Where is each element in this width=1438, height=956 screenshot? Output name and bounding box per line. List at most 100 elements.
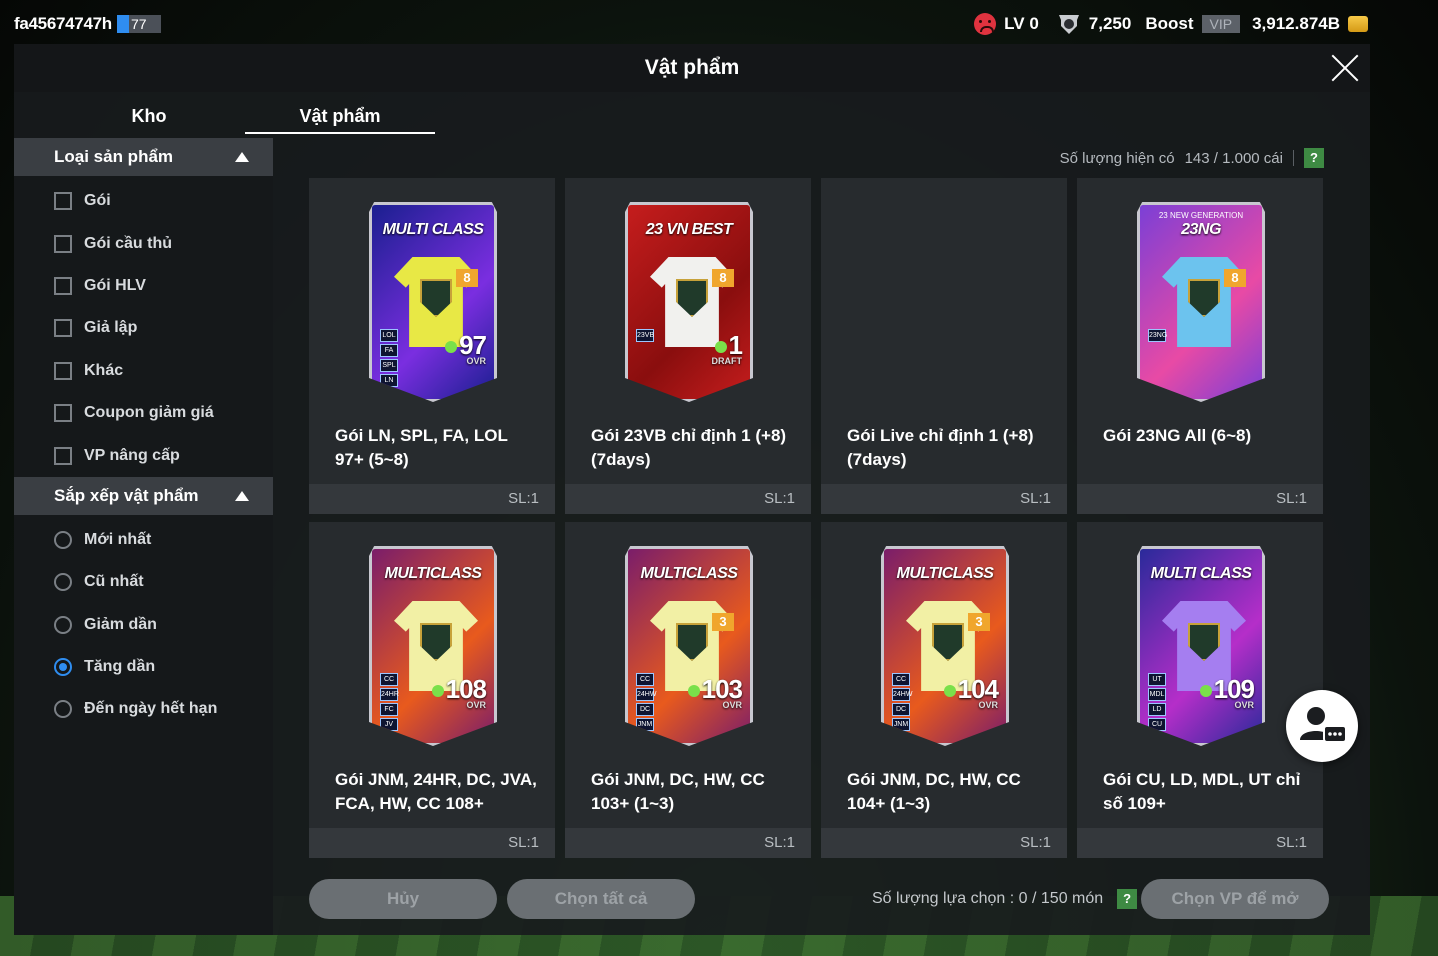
help-icon[interactable]: ? — [1304, 148, 1324, 168]
item-card[interactable]: MULTICLASS 3 CC 24HW DC JNM 104 OVR Gói JNM, DC,… — [821, 522, 1067, 858]
pack-subtitle: 23 NEW GENERATION — [1158, 211, 1244, 220]
class-tag: UT — [1148, 673, 1166, 686]
class-tag: CC — [892, 673, 910, 686]
cancel-button[interactable]: Hủy — [309, 879, 497, 919]
ovr-value: 104 OVR — [943, 674, 999, 710]
sort-option[interactable]: Đến ngày hết hạn — [14, 688, 273, 730]
class-tag: 24HW — [636, 688, 656, 701]
item-name: Gói Live chỉ định 1 (+8) (7days) — [847, 426, 1034, 469]
item-name: Gói JNM, DC, HW, CC 104+ (1~3) — [847, 770, 1021, 813]
item-quantity: SL:1 — [821, 828, 1067, 858]
vip-badge: VIP — [1201, 15, 1241, 33]
pack-number-badge: 8 — [712, 269, 734, 287]
tab-vat-pham[interactable]: Vật phẩm — [245, 96, 435, 134]
class-tag: CC — [380, 673, 398, 686]
item-card[interactable]: 23 NEW GENERATION 23NG 8 23NG Gói 23NG All (… — [1077, 178, 1323, 514]
support-chat-icon — [1300, 707, 1347, 743]
radio-icon — [54, 615, 72, 634]
sort-label: Giảm dần — [84, 615, 157, 633]
username: fa45674747h — [14, 14, 112, 33]
class-tag: CC — [636, 673, 654, 686]
pack-art — [881, 202, 1009, 402]
item-name: Gói JNM, DC, HW, CC 103+ (1~3) — [591, 770, 765, 813]
ovr-tag: OVR — [1234, 700, 1254, 710]
checkbox-icon — [54, 192, 72, 211]
shield-icon — [1058, 15, 1079, 34]
class-tag: JV — [380, 718, 398, 731]
selection-count: Số lượng lựa chọn : 0 / 150 món ? — [872, 889, 1138, 909]
pack-art: 23 NEW GENERATION 23NG 8 23NG — [1137, 202, 1265, 402]
panel-header: Vật phẩm — [14, 44, 1370, 92]
pack-label: MULTI CLASS — [1150, 565, 1252, 582]
ovr-value: 109 OVR — [1199, 674, 1255, 710]
ovr-tag: DRAFT — [711, 356, 743, 366]
filter-option[interactable]: Gói — [14, 180, 273, 222]
filter-option[interactable]: Giả lập — [14, 307, 273, 349]
sort-option[interactable]: Mới nhất — [14, 519, 273, 561]
item-card[interactable]: 23 VN BEST 8 23VB 1 DRAFT Gói 23VB chỉ định 1… — [565, 178, 811, 514]
sort-option[interactable]: Giảm dần — [14, 604, 273, 646]
item-name: Gói 23VB chỉ định 1 (+8) (7days) — [591, 426, 787, 469]
class-tag: LN — [380, 374, 398, 387]
item-quantity: SL:1 — [565, 828, 811, 858]
top-bar: fa45674747h 77 LV 0 7,250 Boost VIP 3,91… — [0, 0, 1438, 44]
item-quantity: SL:1 — [1077, 484, 1323, 514]
filter-option[interactable]: Gói HLV — [14, 265, 273, 307]
item-card[interactable]: MULTICLASS 3 CC 24HW DC JNM 103 OVR Gói JNM, DC,… — [565, 522, 811, 858]
item-quantity: SL:1 — [309, 484, 555, 514]
item-card[interactable]: MULTICLASS CC 24HR FC JV DC 24HR JNM 108 OVR Gói J… — [309, 522, 555, 858]
ovr-tag: OVR — [466, 356, 486, 366]
class-tag: 23NG — [1148, 329, 1167, 342]
open-selected-button[interactable]: Chọn VP để mở — [1141, 879, 1329, 919]
class-tag: 24HR — [380, 748, 398, 761]
sad-face-icon — [974, 13, 997, 35]
class-tag: DC — [892, 703, 910, 716]
tab-kho[interactable]: Kho — [54, 96, 244, 134]
class-tag: LOL — [380, 329, 398, 342]
pack-label: MULTI CLASS — [382, 221, 484, 238]
pack-label: 23NG — [1181, 221, 1221, 238]
class-tag: LD — [1148, 703, 1166, 716]
close-icon[interactable] — [1330, 54, 1360, 84]
filter-option[interactable]: VP nâng cấp — [14, 434, 273, 476]
item-quantity: SL:1 — [309, 828, 555, 858]
item-name: Gói LN, SPL, FA, LOL 97+ (5~8) — [335, 426, 508, 469]
filter-option[interactable]: Gói cầu thủ — [14, 222, 273, 264]
panel-title: Vật phẩm — [644, 56, 740, 79]
pack-number-badge: 3 — [968, 613, 990, 631]
count-label: Số lượng hiện có — [1059, 149, 1175, 167]
class-tag: 24HR — [380, 688, 399, 701]
help-icon[interactable]: ? — [1117, 889, 1138, 909]
radio-icon — [54, 700, 72, 719]
class-tag: 23VB — [636, 329, 654, 342]
sort-label: Mới nhất — [84, 530, 152, 548]
radio-icon — [54, 573, 72, 592]
count-value: 143 / 1.000 cái — [1184, 149, 1283, 167]
ovr-value: 97 OVR — [445, 330, 487, 366]
ovr-tag: OVR — [722, 700, 742, 710]
lv-text: LV 0 — [1004, 14, 1039, 33]
filter-section-header[interactable]: Loại sản phẩm — [14, 138, 273, 176]
class-tag: FA — [380, 344, 398, 357]
class-tag: SPL — [380, 359, 398, 372]
item-card[interactable]: Gói Live chỉ định 1 (+8) (7days) SL:1 — [821, 178, 1067, 514]
checkbox-icon — [54, 361, 72, 380]
pack-label: 23 VN BEST — [645, 221, 733, 238]
sort-section-header[interactable]: Sắp xếp vật phẩm — [14, 476, 273, 515]
sort-option[interactable]: Tăng dần — [14, 646, 273, 688]
filter-option[interactable]: Khác — [14, 350, 273, 392]
pack-label: MULTICLASS — [384, 565, 482, 582]
pack-number-badge: 8 — [456, 269, 478, 287]
item-quantity: SL:1 — [821, 484, 1067, 514]
sort-option[interactable]: Cũ nhất — [14, 561, 273, 603]
support-chat-button[interactable] — [1286, 690, 1358, 762]
select-all-button[interactable]: Chọn tất cả — [507, 879, 695, 919]
pack-number-badge: 3 — [712, 613, 734, 631]
filter-option[interactable]: Coupon giảm giá — [14, 392, 273, 434]
class-tags: CC 24HR FC JV DC 24HR JNM — [380, 673, 399, 761]
boost-label: Boost — [1145, 14, 1194, 33]
filter-label: Coupon giảm giá — [84, 404, 214, 422]
pack-art: MULTI CLASS 8 LOL FA SPL LN 97 OVR — [369, 202, 497, 402]
coins-value: 3,912.874B — [1252, 14, 1340, 33]
item-card[interactable]: MULTI CLASS 8 LOL FA SPL LN 97 OVR Gói LN, SPL, … — [309, 178, 555, 514]
